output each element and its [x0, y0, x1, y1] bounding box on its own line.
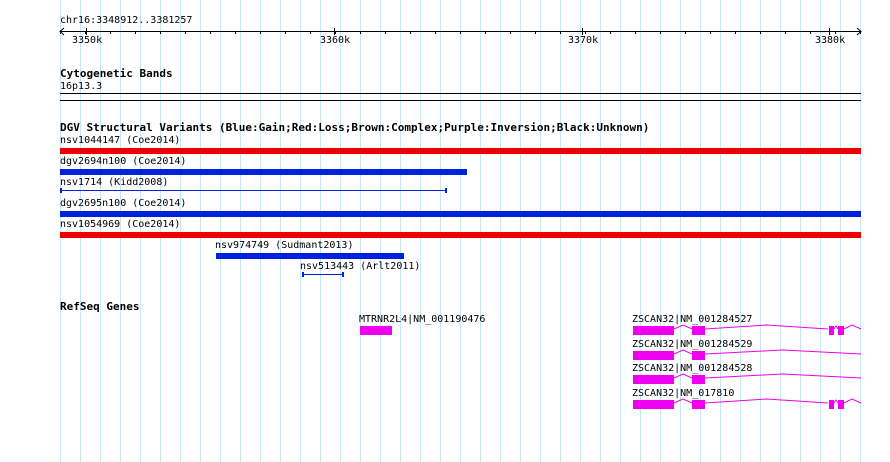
dgv-feature-line — [304, 274, 342, 275]
dgv-feature-bar[interactable] — [60, 148, 861, 154]
dgv-track-title: DGV Structural Variants (Blue:Gain;Red:L… — [60, 121, 650, 134]
refseq-exon — [829, 326, 834, 335]
ruler-tick-label: 3380k — [815, 35, 846, 46]
dgv-feature-label: dgv2695n100 (Coe2014) — [60, 198, 187, 209]
genome-browser-panel: chr16:3348912..3381257 3350k 3360k 3370k 33… — [0, 0, 890, 462]
refseq-gene-model[interactable] — [0, 324, 890, 338]
refseq-gene-model[interactable] — [0, 398, 890, 412]
dgv-feature-label: nsv1054969 (Coe2014) — [60, 219, 181, 230]
dgv-feature-label: nsv1044147 (Coe2014) — [60, 135, 181, 146]
refseq-exon — [633, 400, 674, 409]
refseq-exon — [633, 351, 674, 360]
ruler-tick-label: 3360k — [320, 35, 351, 46]
dgv-feature-label: nsv974749 (Sudmant2013) — [215, 240, 354, 251]
dgv-feature-bar[interactable] — [60, 188, 447, 193]
ruler-tick-label: 3350k — [72, 35, 103, 46]
dgv-feature-line — [62, 190, 445, 191]
refseq-exon — [633, 326, 674, 335]
dgv-feature-bar[interactable] — [302, 272, 344, 277]
ruler-tick-label: 3370k — [568, 35, 599, 46]
refseq-exon — [692, 400, 705, 409]
dgv-feature-bar[interactable] — [216, 253, 404, 259]
dgv-feature-label: dgv2694n100 (Coe2014) — [60, 156, 187, 167]
refseq-exon — [692, 351, 705, 360]
refseq-gene-model[interactable] — [0, 373, 890, 387]
refseq-exon — [838, 326, 844, 335]
cytobands-track-title: Cytogenetic Bands — [60, 67, 173, 80]
refseq-exon — [633, 375, 674, 384]
refseq-exon — [692, 326, 705, 335]
refseq-track-title: RefSeq Genes — [60, 300, 140, 313]
refseq-exon — [838, 400, 844, 409]
dgv-feature-bar[interactable] — [60, 211, 861, 217]
dgv-feature-label: nsv513443 (Arlt2011) — [300, 261, 421, 272]
refseq-gene-model[interactable] — [0, 349, 890, 363]
cytoband-label: 16p13.3 — [60, 81, 103, 92]
dgv-feature-bar[interactable] — [60, 169, 467, 175]
dgv-feature-label: nsv1714 (Kidd2008) — [60, 177, 169, 188]
refseq-exon — [692, 375, 705, 384]
dgv-feature-bar[interactable] — [60, 232, 861, 238]
cytoband-outline[interactable] — [60, 93, 861, 101]
refseq-exon — [829, 400, 834, 409]
